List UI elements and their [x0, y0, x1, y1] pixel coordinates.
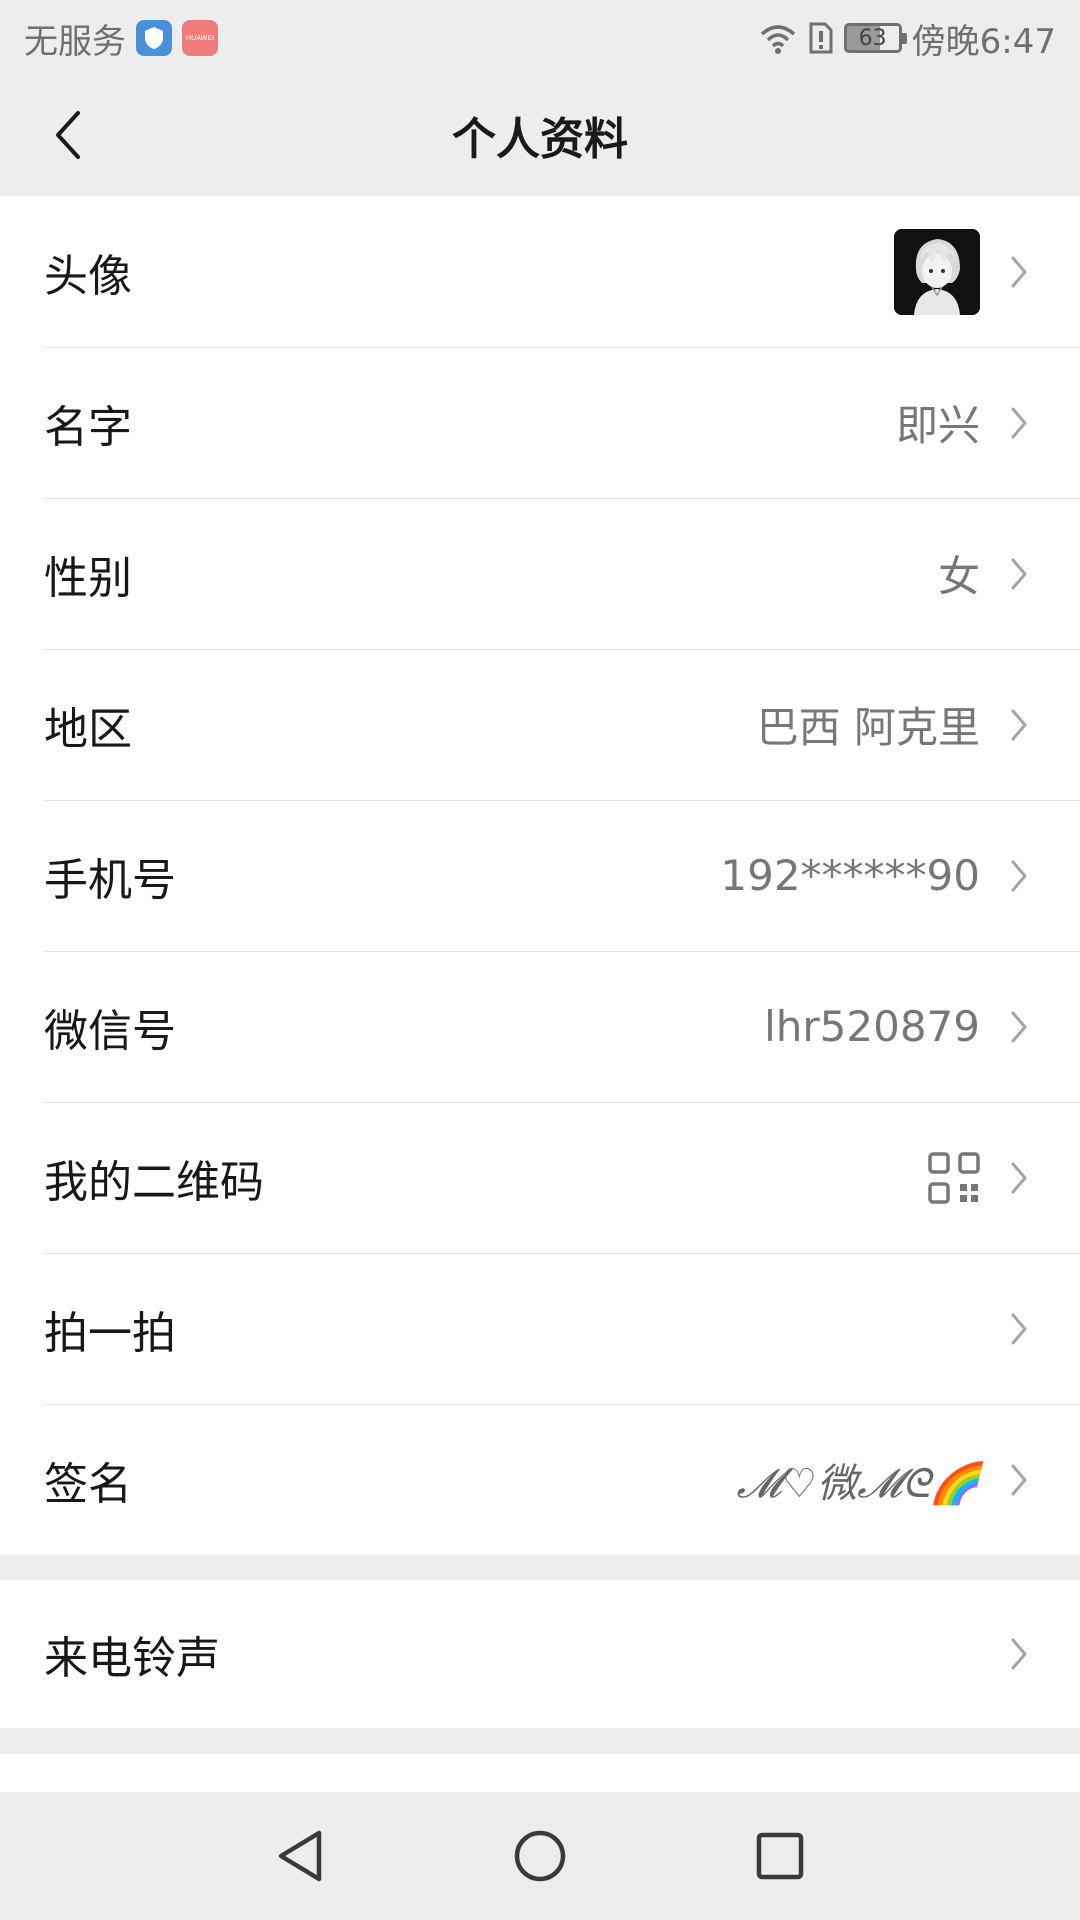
ringtone-group: 来电铃声	[0, 1580, 1080, 1728]
nav-home-button[interactable]	[500, 1816, 580, 1896]
row-value: 巴西 阿克里	[756, 703, 980, 752]
app-store-icon: HUAWEI	[182, 20, 218, 56]
row-name[interactable]: 名字 即兴	[0, 347, 1080, 498]
profile-list: 头像 名字 即兴 性别 女 地区 巴西 阿克里 手机号 192******90 …	[0, 196, 1080, 1555]
row-value: 即兴	[895, 401, 980, 450]
signature-value: 𝓜♡微𝓜ᘓ🌈	[736, 1460, 980, 1507]
chevron-right-icon	[1004, 1158, 1034, 1198]
store-badge-text: HUAWEI	[185, 34, 215, 42]
row-phone[interactable]: 手机号 192******90	[0, 800, 1080, 951]
chevron-right-icon	[1004, 1309, 1034, 1349]
row-label: 签名	[44, 1458, 132, 1510]
chevron-right-icon	[1004, 856, 1034, 896]
back-button[interactable]	[30, 98, 104, 172]
row-pat[interactable]: 拍一拍	[0, 1253, 1080, 1404]
row-signature[interactable]: 签名 𝓜♡微𝓜ᘓ🌈	[0, 1404, 1080, 1555]
carrier-text: 无服务	[24, 21, 126, 62]
status-bar: 无服务 HUAWEI 63 傍晚6:47	[0, 0, 1080, 76]
row-label: 性别	[44, 552, 132, 604]
page-title: 个人资料	[452, 114, 628, 165]
triangle-back-icon	[278, 1830, 322, 1882]
battery-icon: 63	[843, 23, 907, 53]
row-label: 手机号	[44, 854, 176, 906]
nav-back-button[interactable]	[260, 1816, 340, 1896]
chevron-right-icon	[1004, 252, 1034, 292]
row-label: 我的二维码	[44, 1156, 264, 1208]
row-label: 拍一拍	[44, 1307, 176, 1359]
row-label: 微信号	[44, 1005, 176, 1057]
system-nav-bar	[0, 1792, 1080, 1920]
shield-icon	[136, 20, 172, 56]
qr-code-icon	[928, 1151, 980, 1204]
title-bar: 个人资料	[0, 76, 1080, 194]
circle-home-icon	[514, 1830, 566, 1882]
row-avatar[interactable]: 头像	[0, 196, 1080, 347]
chevron-left-icon	[56, 111, 80, 159]
row-value: 女	[937, 552, 980, 601]
square-recents-icon	[756, 1832, 804, 1880]
row-label: 地区	[44, 703, 132, 755]
chevron-right-icon	[1004, 1460, 1034, 1500]
row-ringtone[interactable]: 来电铃声	[0, 1580, 1080, 1728]
chevron-right-icon	[1004, 1634, 1034, 1674]
row-region[interactable]: 地区 巴西 阿克里	[0, 649, 1080, 800]
chevron-right-icon	[1004, 554, 1034, 594]
next-group-partial	[0, 1754, 1080, 1794]
chevron-right-icon	[1004, 403, 1034, 443]
nav-recents-button[interactable]	[740, 1816, 820, 1896]
status-left: 无服务 HUAWEI	[24, 14, 218, 63]
status-right: 63 傍晚6:47	[758, 14, 1056, 63]
row-label: 名字	[44, 401, 132, 453]
row-gender[interactable]: 性别 女	[0, 498, 1080, 649]
clock: 傍晚6:47	[911, 21, 1056, 62]
row-value: lhr520879	[764, 1002, 980, 1051]
row-value: 192******90	[720, 851, 980, 900]
avatar	[894, 228, 980, 315]
row-label: 来电铃声	[44, 1633, 220, 1684]
chevron-right-icon	[1004, 1007, 1034, 1047]
wifi-icon	[758, 22, 798, 54]
row-qr-code[interactable]: 我的二维码	[0, 1102, 1080, 1253]
battery-level: 63	[858, 25, 887, 51]
row-wechat-id[interactable]: 微信号 lhr520879	[0, 951, 1080, 1102]
chevron-right-icon	[1004, 705, 1034, 745]
sim-alert-icon	[808, 22, 834, 54]
row-label: 头像	[44, 250, 132, 302]
